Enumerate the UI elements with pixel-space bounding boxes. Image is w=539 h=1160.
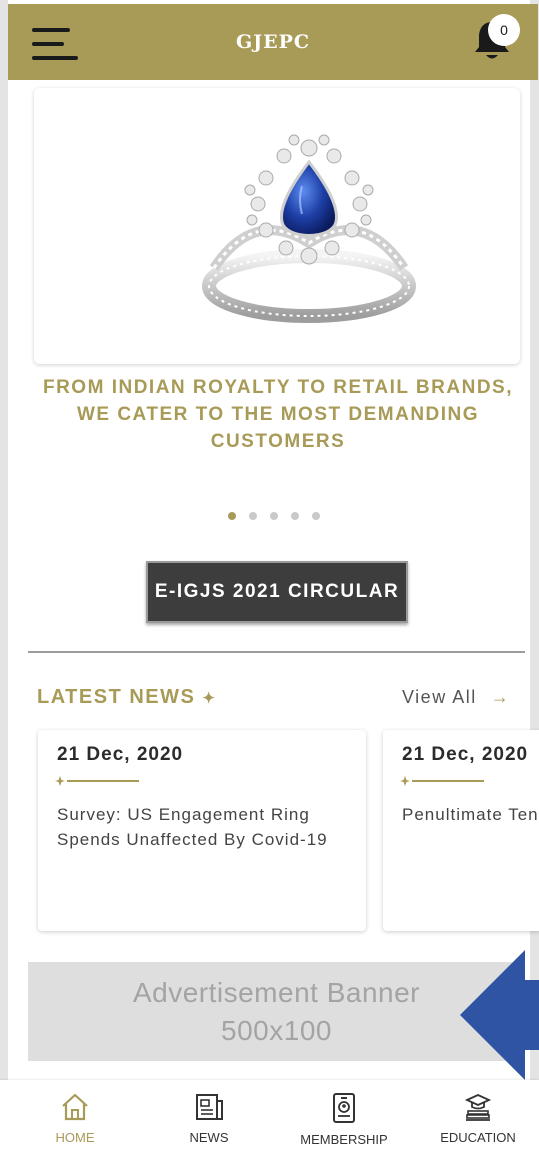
advertisement-banner[interactable]: Advertisement Banner 500x100 bbox=[28, 962, 525, 1061]
carousel-slide[interactable] bbox=[34, 88, 520, 364]
screen-frame-left bbox=[0, 0, 8, 1160]
news-date: 21 Dec, 2020 bbox=[402, 744, 529, 765]
carousel-dot[interactable] bbox=[270, 512, 278, 520]
news-title: Survey: US Engagement Ring Spends Unaffe… bbox=[57, 805, 328, 849]
nav-label-news: NEWS bbox=[189, 1130, 229, 1145]
section-divider bbox=[28, 651, 525, 653]
arrow-right-icon: → bbox=[490, 687, 511, 707]
carousel-dot[interactable] bbox=[249, 512, 257, 520]
news-date: 21 Dec, 2020 bbox=[57, 744, 184, 765]
sparkle-divider-icon bbox=[55, 776, 139, 786]
newspaper-icon bbox=[196, 1094, 223, 1120]
view-all-label: View All bbox=[402, 687, 477, 707]
carousel-dot[interactable] bbox=[228, 512, 236, 520]
sparkle-icon: ✦ bbox=[202, 690, 217, 707]
carousel-dot[interactable] bbox=[291, 512, 299, 520]
nav-item-membership[interactable]: MEMBERSHIP bbox=[284, 1092, 404, 1147]
carousel-dot[interactable] bbox=[312, 512, 320, 520]
nav-item-education[interactable]: EDUCATION bbox=[418, 1092, 538, 1145]
graduation-cap-icon bbox=[464, 1094, 492, 1121]
ad-banner-line2: 500x100 bbox=[221, 1015, 332, 1046]
ad-banner-line1: Advertisement Banner bbox=[132, 977, 421, 1008]
nav-item-home[interactable]: HOME bbox=[15, 1092, 135, 1145]
nav-item-news[interactable]: NEWS bbox=[149, 1092, 269, 1145]
latest-news-title: LATEST NEWS bbox=[37, 686, 196, 708]
sparkle-divider-icon bbox=[400, 776, 484, 786]
news-card[interactable]: 21 Dec, 2020 Survey: US Engagement Ring … bbox=[38, 730, 366, 931]
sapphire-ring-image bbox=[202, 134, 416, 323]
carousel-caption: FROM INDIAN ROYALTY TO RETAIL BRANDS, WE… bbox=[42, 377, 513, 452]
bottom-navigation: HOME NEWS MEMBERSHIP EDUCATION bbox=[0, 1080, 539, 1160]
pointer-arrow-icon bbox=[460, 950, 539, 1080]
view-all-link[interactable]: View All → bbox=[402, 687, 510, 708]
nav-label-membership: MEMBERSHIP bbox=[300, 1132, 388, 1147]
e-igjs-circular-button[interactable]: E-IGJS 2021 CIRCULAR bbox=[146, 561, 408, 623]
id-badge-icon bbox=[333, 1093, 355, 1123]
latest-news-heading: LATEST NEWS ✦ bbox=[37, 686, 217, 709]
news-title: Penultimate Tender Break bbox=[402, 805, 539, 824]
app-bar: GJEPC bbox=[8, 4, 538, 80]
nav-label-home: HOME bbox=[55, 1130, 95, 1145]
news-card[interactable]: 21 Dec, 2020 Penultimate Tender Break bbox=[383, 730, 539, 931]
nav-label-education: EDUCATION bbox=[440, 1130, 516, 1145]
notification-count-badge: 0 bbox=[488, 14, 520, 46]
app-title: GJEPC bbox=[235, 31, 311, 53]
home-icon bbox=[62, 1093, 88, 1121]
carousel-indicators bbox=[228, 512, 320, 522]
